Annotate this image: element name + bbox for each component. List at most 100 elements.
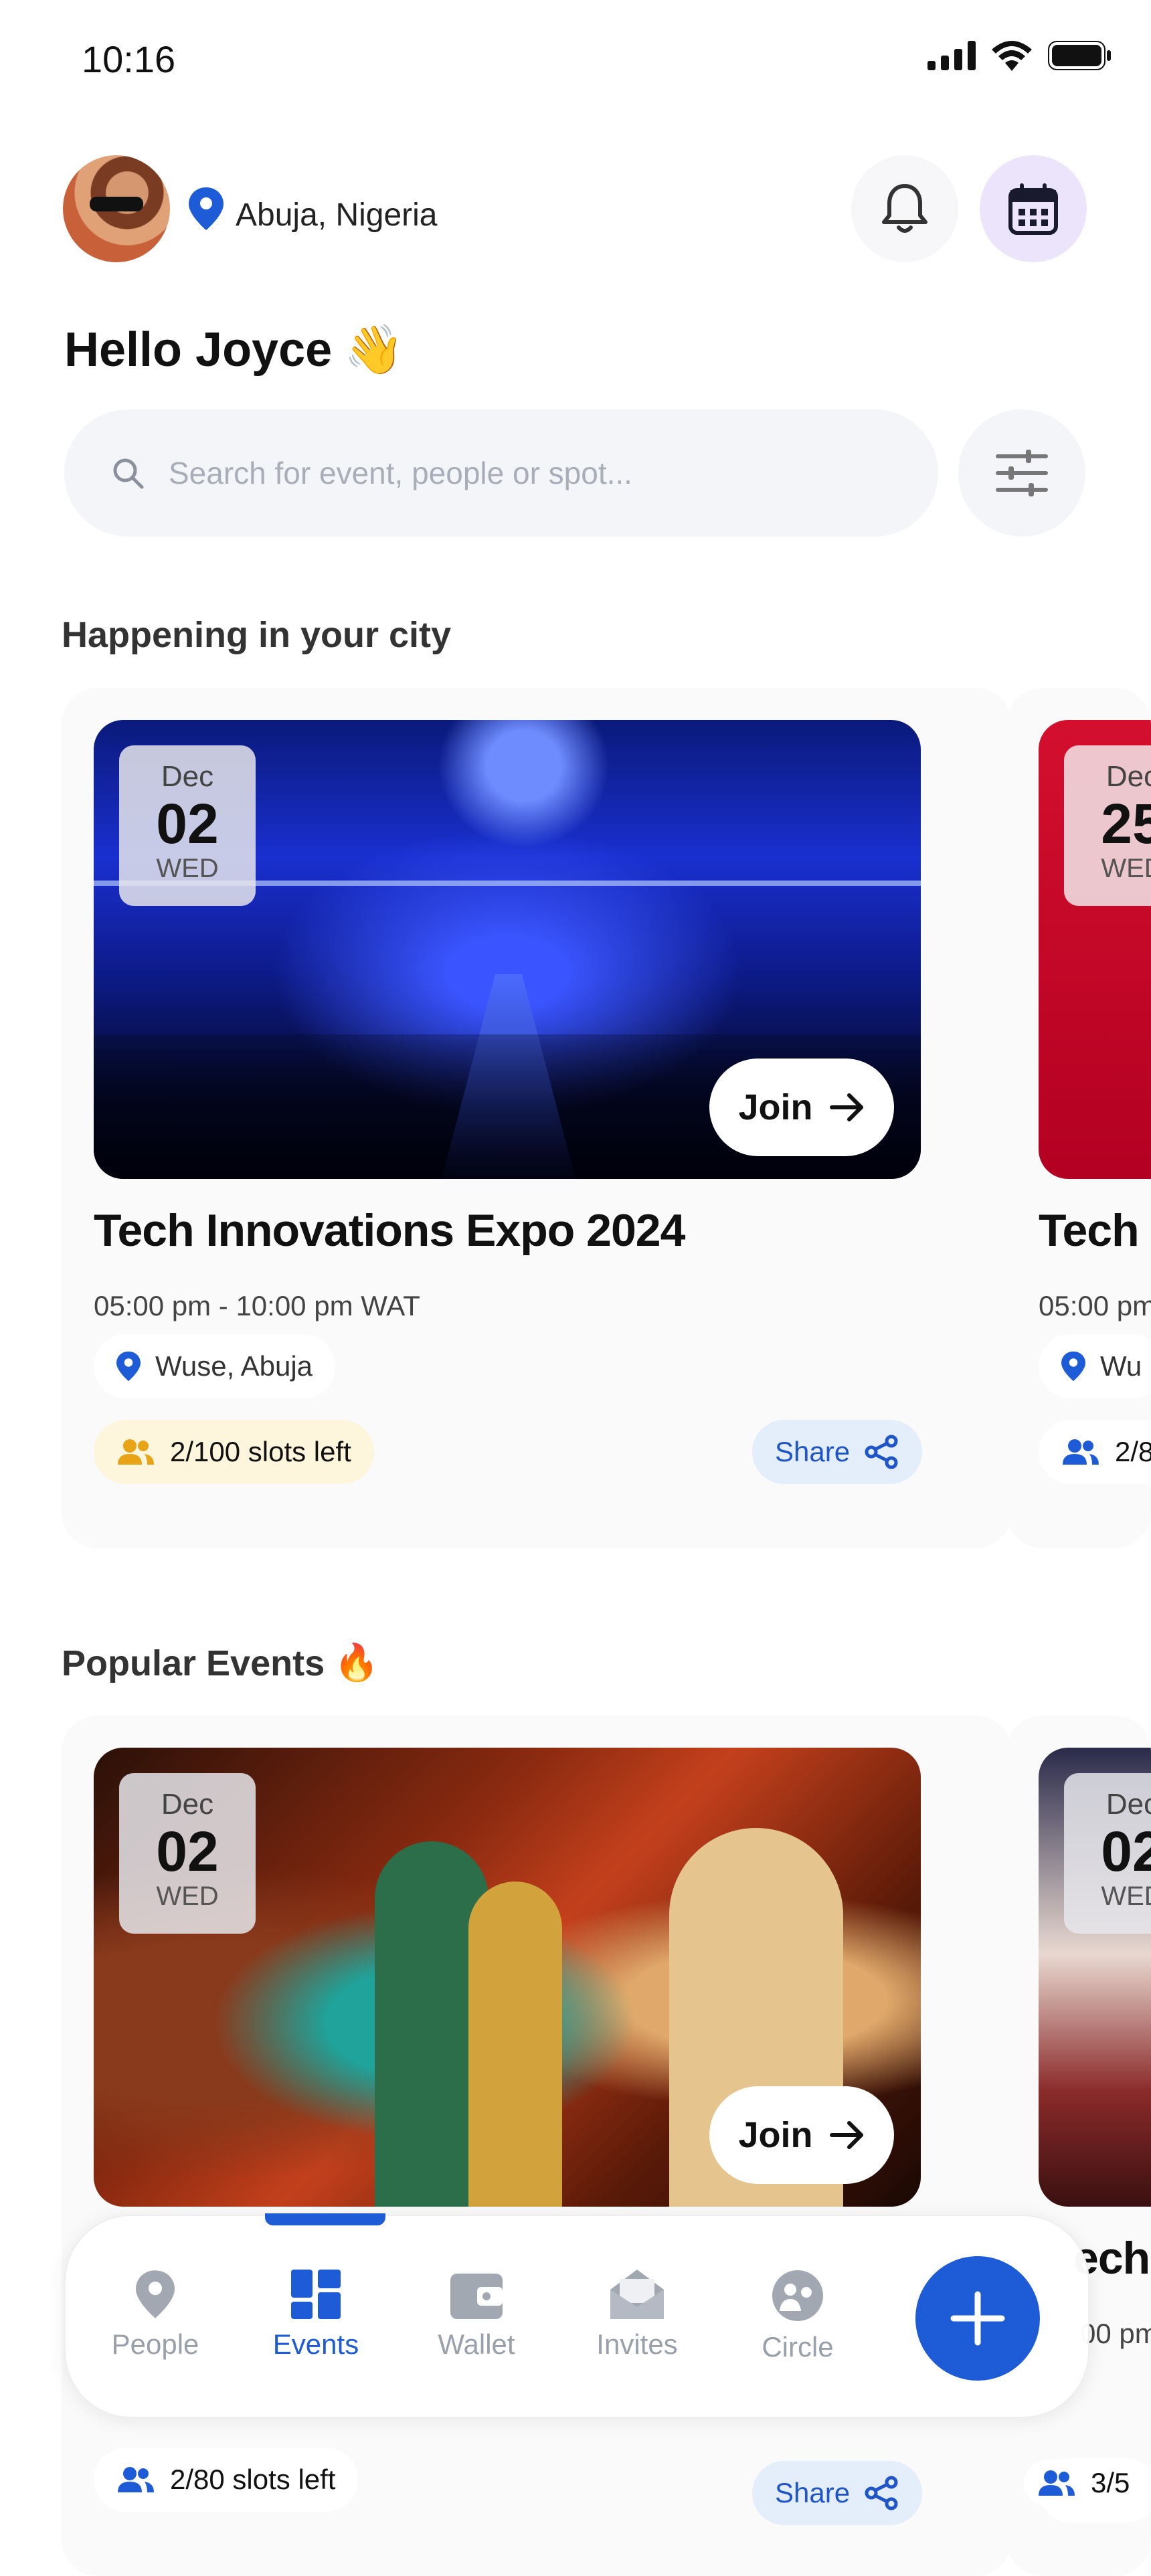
bottom-nav: People Events Wallet Invites Circle <box>64 2213 1089 2418</box>
event-card[interactable]: Dec 02 WED Join 2/80 slots left Share <box>62 1716 1012 2576</box>
event-card[interactable]: Dec 02 WED Join Tech Innovations Expo 20… <box>62 688 1012 1548</box>
date-weekday: WED <box>1101 1881 1151 1911</box>
nav-item-events[interactable]: Events <box>242 2270 389 2361</box>
event-image-red[interactable]: Dec 25 WED <box>1039 720 1151 1179</box>
event-image-concert[interactable]: Dec 02 WED Join <box>94 720 921 1179</box>
active-tab-indicator <box>265 2213 385 2225</box>
join-button[interactable]: Join <box>709 2086 894 2184</box>
date-month: Dec <box>1105 1788 1151 1821</box>
event-card[interactable]: Dec 02 WED ech I 00 pm Co <box>1006 1716 1151 2576</box>
share-button[interactable]: Share <box>752 1420 923 1484</box>
date-badge: Dec 02 WED <box>119 1773 256 1934</box>
fire-emoji-icon: 🔥 <box>334 1643 379 1683</box>
location-pin-icon <box>1061 1351 1085 1382</box>
date-day: 02 <box>1101 1820 1151 1883</box>
nav-item-invites[interactable]: Invites <box>563 2270 711 2361</box>
nav-label: People <box>111 2328 199 2360</box>
create-event-button[interactable] <box>915 2256 1040 2381</box>
event-time: 05:00 pm - 10:00 pm WAT <box>94 1290 420 1321</box>
location-pin-icon <box>189 187 224 234</box>
event-location: Wuse, Abuja <box>155 1350 313 1382</box>
event-title: Tech Innovations Expo 2024 <box>94 1205 685 1256</box>
calendar-icon <box>1008 183 1058 235</box>
date-day: 25 <box>1101 792 1151 855</box>
section-title-popular-text: Popular Events <box>62 1643 325 1683</box>
date-badge: Dec 02 WED <box>119 745 256 906</box>
event-location: Wu <box>1100 1350 1142 1382</box>
section-title-city: Happening in your city <box>62 614 451 656</box>
filter-sliders-icon <box>996 450 1048 496</box>
join-button[interactable]: Join <box>709 1059 894 1156</box>
section-title-popular: Popular Events 🔥 <box>62 1642 379 1684</box>
event-time: 05:00 pm <box>1039 1290 1151 1321</box>
search-input[interactable] <box>167 454 906 492</box>
greeting: Hello Joyce 👋 <box>64 321 404 378</box>
filter-button[interactable] <box>958 409 1085 537</box>
battery-icon <box>1048 41 1111 70</box>
search-icon <box>111 456 145 490</box>
slots-chip: 3/5 <box>1024 2460 1144 2506</box>
date-day: 02 <box>156 1820 219 1883</box>
signal-icon <box>927 41 976 70</box>
date-month: Dec <box>161 760 214 793</box>
share-button[interactable]: Share <box>752 2461 923 2525</box>
slots-chip: 2/100 slots left <box>94 1420 374 1484</box>
nav-label: Events <box>272 2328 359 2360</box>
wifi-icon <box>992 41 1032 71</box>
location-label[interactable]: Abuja, Nigeria <box>236 197 438 234</box>
event-image-wine[interactable]: Dec 02 WED <box>1039 1748 1151 2207</box>
event-title: Tech I <box>1039 1205 1151 1256</box>
slots-chip: 2/80 slots left <box>94 2448 359 2512</box>
arrow-right-icon <box>829 1093 863 1121</box>
wallet-icon <box>450 2274 503 2319</box>
nav-item-circle[interactable]: Circle <box>724 2270 871 2363</box>
date-weekday: WED <box>1101 854 1151 883</box>
date-weekday: WED <box>156 854 219 883</box>
share-label: Share <box>775 2477 851 2508</box>
bell-icon <box>882 184 927 233</box>
date-badge: Dec 02 WED <box>1064 1773 1151 1934</box>
people-icon <box>118 2467 154 2492</box>
arrow-right-icon <box>829 2121 863 2149</box>
wave-emoji-icon: 👋 <box>344 323 404 377</box>
section-title-city-text: Happening in your city <box>62 615 452 655</box>
slots-left: 2/8 <box>1115 1436 1151 1467</box>
event-location-chip: Wuse, Abuja <box>94 1334 336 1398</box>
greeting-text: Hello Joyce <box>64 323 333 377</box>
slots-left: 2/100 slots left <box>170 1436 351 1467</box>
notification-button[interactable] <box>851 155 958 262</box>
nav-label: Wallet <box>438 2328 515 2360</box>
date-day: 02 <box>156 792 219 855</box>
date-month: Dec <box>161 1788 214 1821</box>
people-icon <box>1063 1439 1099 1465</box>
circle-people-icon <box>772 2270 823 2321</box>
nav-item-wallet[interactable]: Wallet <box>403 2270 550 2361</box>
event-time: 00 pm <box>1080 2318 1151 2349</box>
status-icons <box>927 40 1111 71</box>
location-pin-icon <box>116 1351 141 1382</box>
people-icon <box>118 1439 154 1465</box>
nav-label: Circle <box>762 2331 834 2363</box>
event-image-party[interactable]: Dec 02 WED Join <box>94 1748 921 2207</box>
user-avatar[interactable] <box>63 155 170 262</box>
join-label: Join <box>738 2115 813 2155</box>
date-month: Dec <box>1105 760 1151 793</box>
grid-icon <box>291 2270 341 2319</box>
date-weekday: WED <box>156 1881 219 1911</box>
join-label: Join <box>738 1087 813 1127</box>
slots-chip: 2/8 <box>1039 1420 1151 1484</box>
event-card[interactable]: Dec 25 WED Tech I 05:00 pm Wu 2/8 <box>1006 688 1151 1548</box>
event-location-chip: Wu <box>1039 1334 1151 1398</box>
search-bar[interactable] <box>64 409 938 537</box>
location-pin-icon <box>136 2270 175 2318</box>
plus-icon <box>950 2291 1005 2346</box>
share-icon <box>865 1435 898 1469</box>
nav-label: Invites <box>596 2328 678 2360</box>
slots-left: 2/80 slots left <box>170 2464 336 2495</box>
share-label: Share <box>775 1436 851 1467</box>
nav-item-people[interactable]: People <box>82 2270 229 2361</box>
date-badge: Dec 25 WED <box>1064 745 1151 906</box>
status-time: 10:16 <box>82 38 176 80</box>
people-icon <box>1039 2470 1075 2496</box>
calendar-button[interactable] <box>980 155 1087 262</box>
